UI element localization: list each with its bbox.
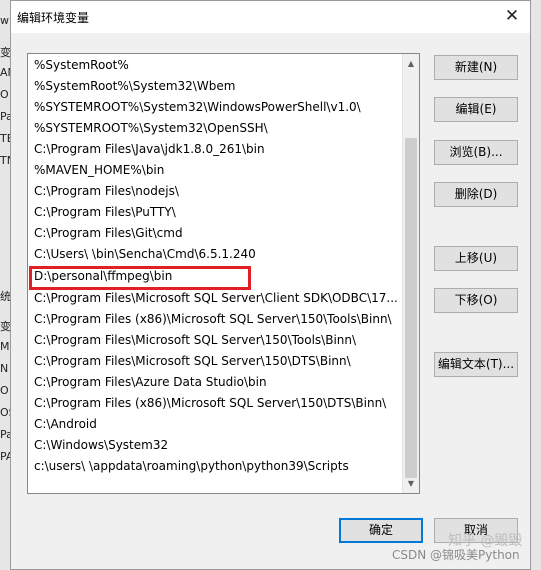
list-item[interactable]: C:\Program Files (x86)\Microsoft SQL Ser… [34,393,386,414]
new-button[interactable]: 新建(N) [434,55,518,80]
bg-fragment: N [0,362,9,375]
list-item[interactable]: c:\users\ \appdata\roaming\python\python… [34,456,349,477]
close-icon[interactable]: ✕ [500,5,524,27]
list-item[interactable]: %MAVEN_HOME%\bin [34,160,164,181]
list-item[interactable]: C:\Program Files\nodejs\ [34,181,179,202]
bg-fragment: O [0,384,9,397]
list-item[interactable]: C:\Android [34,414,97,435]
list-item[interactable]: %SYSTEMROOT%\System32\OpenSSH\ [34,118,268,139]
title-bar: 编辑环境变量 ✕ [11,1,530,33]
scroll-up-icon[interactable]: ▲ [403,55,419,72]
move-down-button[interactable]: 下移(O) [434,288,518,313]
list-item[interactable]: C:\Program Files\Java\jdk1.8.0_261\bin [34,139,265,160]
browse-button[interactable]: 浏览(B)... [434,140,518,165]
list-item[interactable]: C:\Program Files (x86)\Microsoft SQL Ser… [34,309,392,330]
list-item[interactable]: %SystemRoot%\System32\Wbem [34,76,235,97]
list-item[interactable]: C:\Program Files\PuTTY\ [34,202,176,223]
ok-button[interactable]: 确定 [339,518,423,543]
red-highlight-box [29,266,251,290]
edit-environment-variable-dialog: 编辑环境变量 ✕ %SystemRoot% %SystemRoot%\Syste… [10,0,531,570]
list-item[interactable]: C:\Users\ \bin\Sencha\Cmd\6.5.1.240 [34,244,256,265]
list-item[interactable]: C:\Program Files\Git\cmd [34,223,183,244]
delete-button[interactable]: 删除(D) [434,182,518,207]
scrollbar-thumb[interactable] [405,138,417,478]
list-item[interactable]: %SystemRoot% [34,55,129,76]
bg-fragment: M [0,340,10,353]
scroll-down-icon[interactable]: ▼ [403,475,419,492]
list-item[interactable]: C:\Program Files\Microsoft SQL Server\Cl… [34,288,398,309]
background-window-right-edge [530,0,541,570]
dialog-title: 编辑环境变量 [17,11,90,25]
list-item[interactable]: C:\Windows\System32 [34,435,168,456]
list-item[interactable]: C:\Program Files\Microsoft SQL Server\15… [34,351,351,372]
move-up-button[interactable]: 上移(U) [434,246,518,271]
edit-text-button[interactable]: 编辑文本(T)... [434,352,518,377]
edit-button[interactable]: 编辑(E) [434,97,518,122]
list-item[interactable]: C:\Program Files\Microsoft SQL Server\15… [34,330,356,351]
csdn-watermark: CSDN @锦吸美Python [392,548,520,562]
path-list[interactable]: %SystemRoot% %SystemRoot%\System32\Wbem … [27,53,420,494]
list-item[interactable]: %SYSTEMROOT%\System32\WindowsPowerShell\… [34,97,361,118]
bg-fragment: w [0,14,9,27]
vertical-scrollbar[interactable]: ▲ ▼ [402,54,419,493]
list-item[interactable]: C:\Program Files\Azure Data Studio\bin [34,372,267,393]
bg-fragment: O [0,88,9,101]
